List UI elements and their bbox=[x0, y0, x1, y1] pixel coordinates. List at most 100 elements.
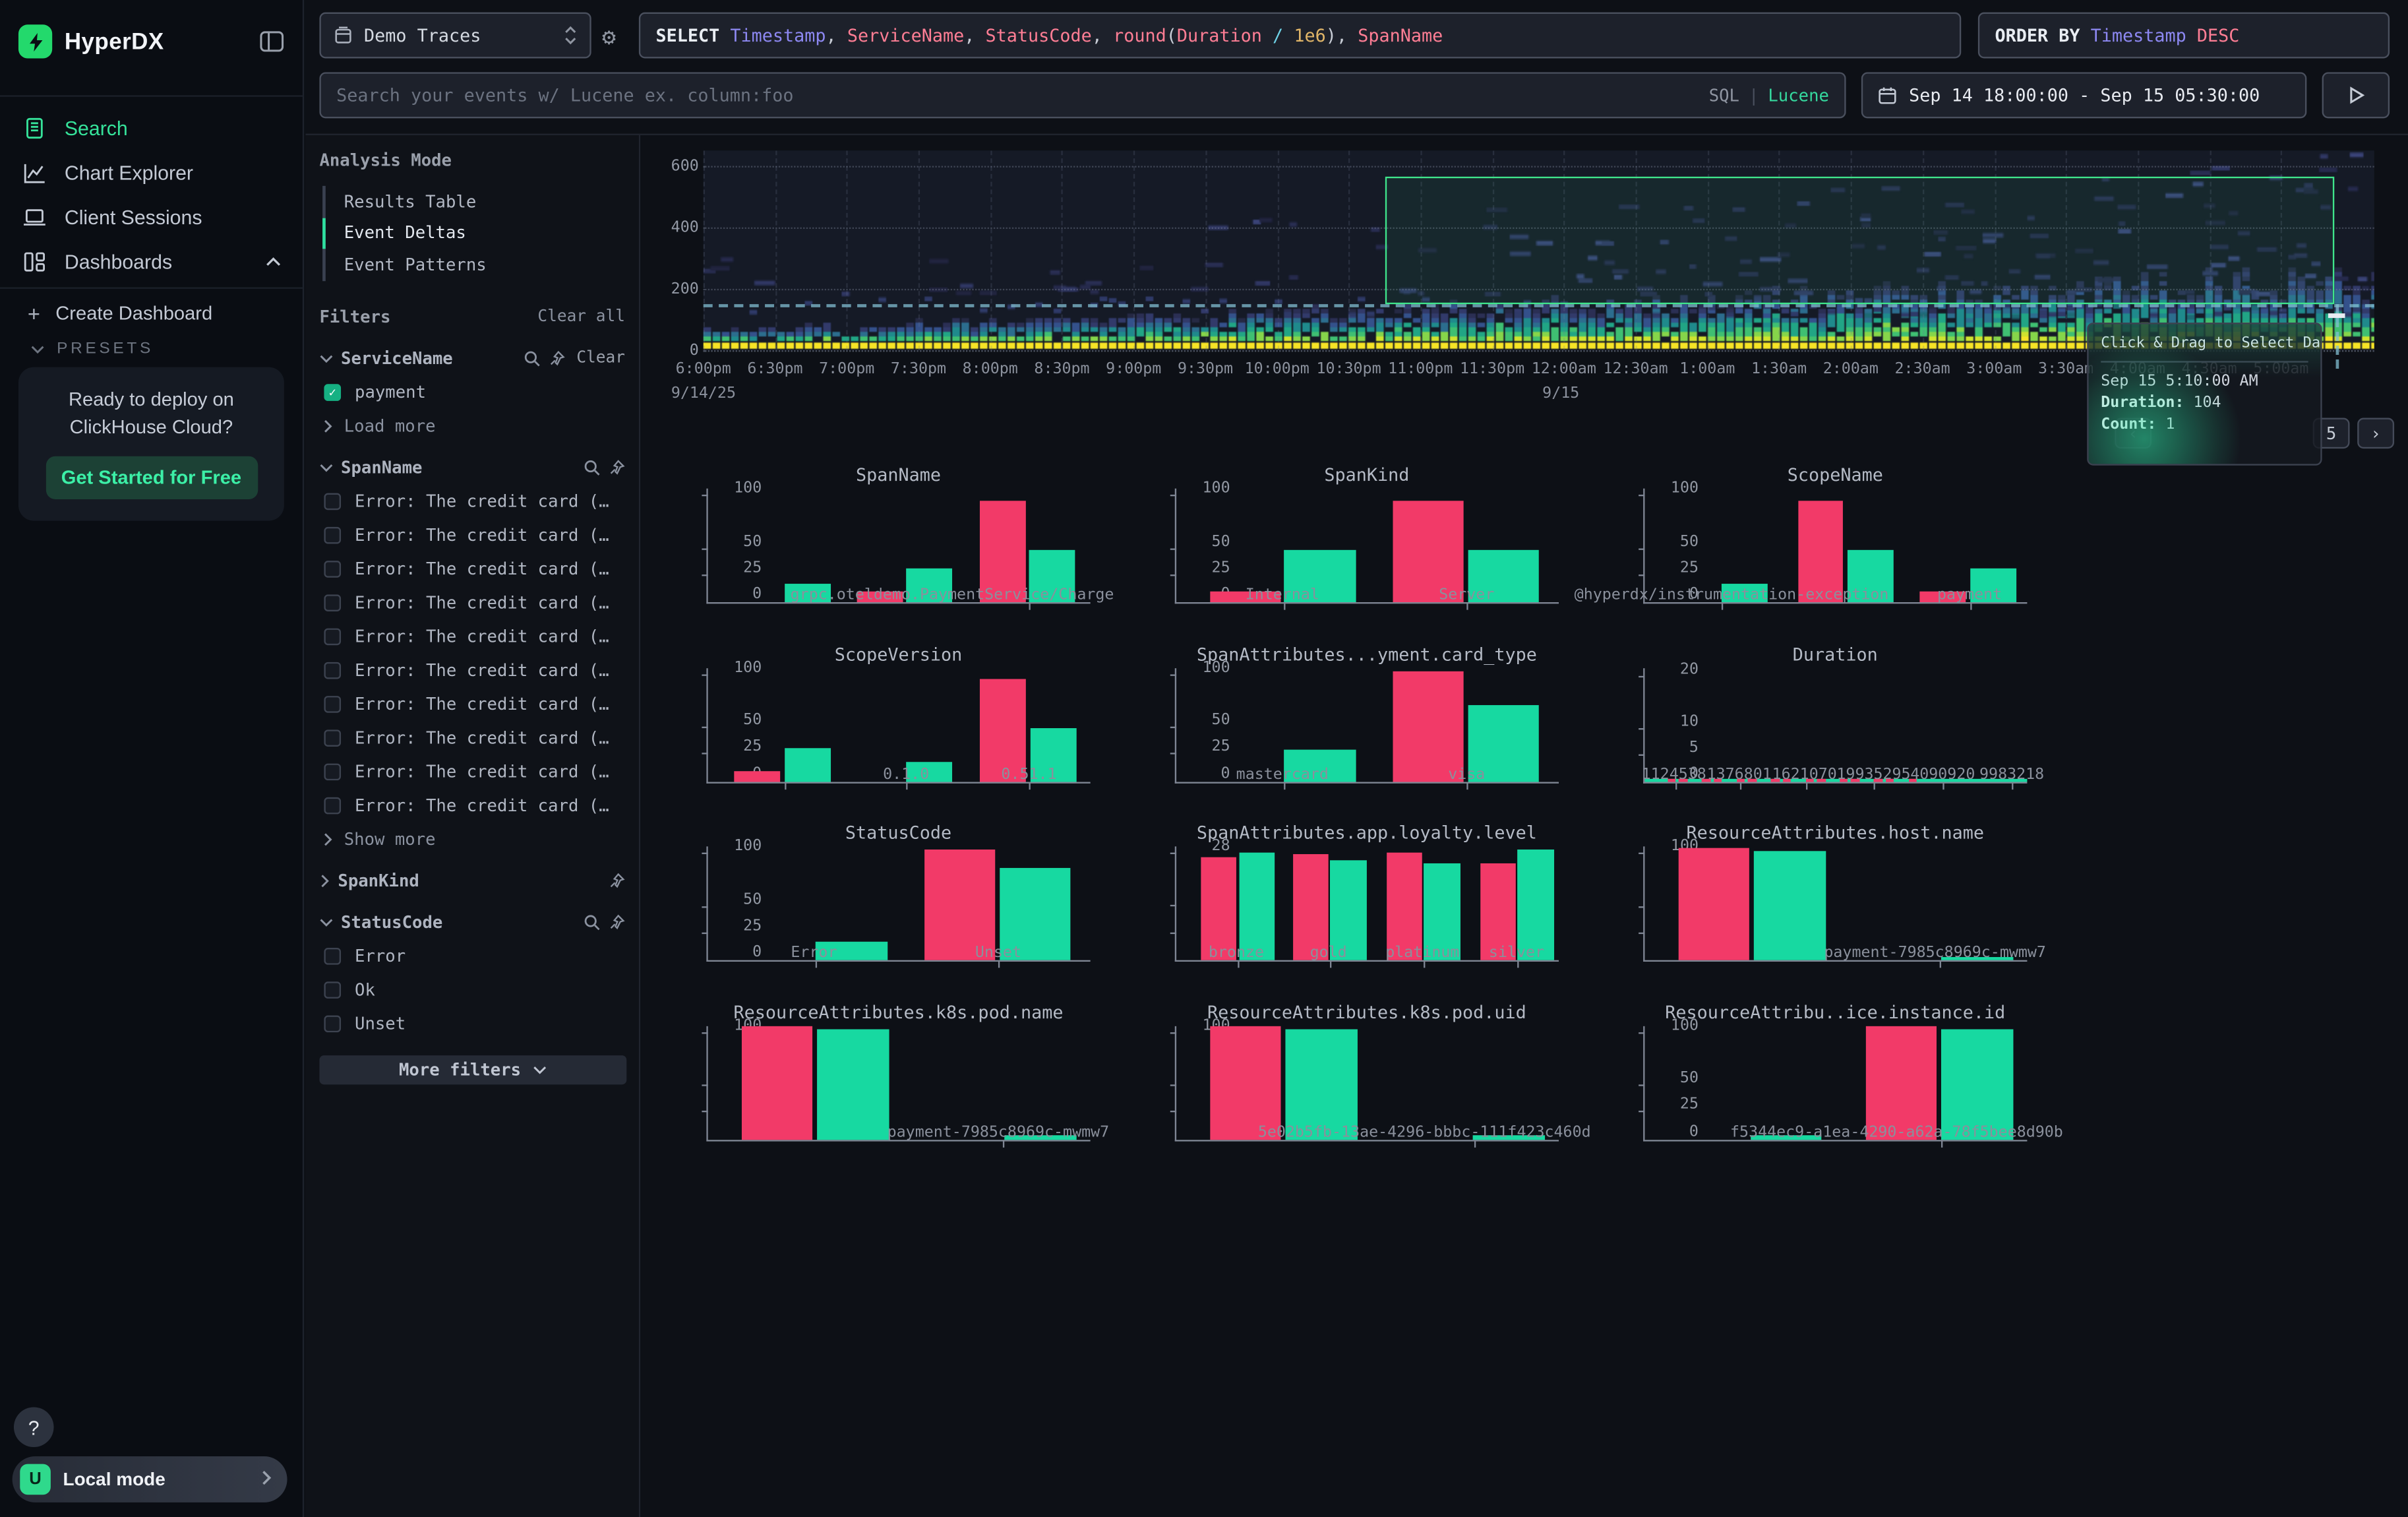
filter-clear-button[interactable]: Clear bbox=[576, 349, 625, 367]
checkbox[interactable] bbox=[324, 662, 341, 679]
code-token: , bbox=[1092, 24, 1113, 46]
get-started-button[interactable]: Get Started for Free bbox=[45, 456, 257, 499]
checkbox[interactable] bbox=[324, 526, 341, 543]
run-query-button[interactable] bbox=[2322, 72, 2390, 118]
checkbox[interactable] bbox=[324, 981, 341, 998]
chart-title: SpanName bbox=[706, 464, 1090, 488]
ytick-mark bbox=[1639, 728, 1644, 729]
search-input[interactable]: Search your events w/ Lucene ex. column:… bbox=[319, 72, 1846, 118]
percentile-dashed-line[interactable] bbox=[704, 304, 2374, 307]
lucene-toggle[interactable]: Lucene bbox=[1768, 85, 1829, 105]
sql-select-input[interactable]: SELECT Timestamp, ServiceName, StatusCod… bbox=[639, 13, 1961, 59]
analysis-mode-event-patterns[interactable]: Event Patterns bbox=[326, 249, 625, 280]
filter-value-row[interactable]: Ok bbox=[319, 979, 624, 999]
source-settings-gear-icon[interactable]: ⚙ bbox=[602, 23, 616, 51]
checkbox[interactable] bbox=[324, 627, 341, 644]
help-button[interactable]: ? bbox=[14, 1407, 54, 1447]
ytick-mark bbox=[1170, 574, 1176, 576]
xtick-label: 0.1.0 bbox=[883, 766, 929, 783]
date-range-picker[interactable]: Sep 14 18:00:00 - Sep 15 05:30:00 bbox=[1861, 72, 2306, 118]
drag-handle-icon[interactable] bbox=[2328, 313, 2345, 317]
sidebar-item-dashboards[interactable]: Dashboards bbox=[0, 239, 303, 284]
filter-value-row[interactable]: Error: The credit card (… bbox=[319, 626, 624, 646]
filter-value-row[interactable]: Error: The credit card (… bbox=[319, 728, 624, 747]
xtick-label: 19935295 bbox=[1836, 766, 1910, 783]
code-token: ) bbox=[1326, 24, 1337, 46]
sql-toggle[interactable]: SQL bbox=[1709, 85, 1739, 105]
filter-value-row[interactable]: Error bbox=[319, 946, 624, 966]
ytick-label: 25 bbox=[713, 739, 762, 756]
sidebar-collapse-icon[interactable] bbox=[260, 31, 284, 53]
analysis-mode-event-deltas[interactable]: Event Deltas bbox=[326, 218, 625, 249]
checkbox[interactable] bbox=[324, 492, 341, 509]
code-token: StatusCode bbox=[986, 24, 1092, 46]
search-icon[interactable] bbox=[584, 913, 601, 931]
pin-icon[interactable] bbox=[608, 458, 625, 476]
analysis-mode-results-table[interactable]: Results Table bbox=[326, 186, 625, 218]
filter-value-row[interactable]: Error: The credit card (… bbox=[319, 592, 624, 612]
pin-icon[interactable] bbox=[608, 913, 625, 931]
filter-value-row[interactable]: Error: The credit card (… bbox=[319, 559, 624, 578]
ytick-mark bbox=[1170, 906, 1176, 907]
search-icon[interactable] bbox=[584, 458, 601, 476]
local-mode-button[interactable]: U Local mode bbox=[13, 1456, 287, 1502]
create-dashboard-button[interactable]: + Create Dashboard bbox=[0, 295, 303, 332]
code-token: / bbox=[1273, 24, 1283, 46]
presets-toggle[interactable]: PRESETS bbox=[0, 332, 303, 365]
xtick-label: mastercard bbox=[1236, 766, 1329, 783]
filter-value-row[interactable]: Error: The credit card (… bbox=[319, 491, 624, 511]
ytick-mark bbox=[702, 1085, 707, 1086]
show-more-link[interactable]: Show more bbox=[319, 829, 624, 849]
checkbox[interactable] bbox=[324, 762, 341, 780]
ytick-mark bbox=[702, 753, 707, 755]
ytick-label: 50 bbox=[1649, 534, 1699, 551]
code-token: DESC bbox=[2197, 24, 2240, 46]
checkbox[interactable] bbox=[324, 797, 341, 814]
filter-group-spanname[interactable]: SpanName bbox=[319, 457, 624, 477]
filter-value-label: Error: The credit card (… bbox=[355, 592, 609, 612]
filter-group-servicename[interactable]: ServiceNameClear bbox=[319, 348, 624, 368]
filter-value-row[interactable]: Error: The credit card (… bbox=[319, 660, 624, 679]
ytick-mark bbox=[702, 727, 707, 728]
clear-all-button[interactable]: Clear all bbox=[537, 307, 625, 326]
sidebar-item-search[interactable]: Search bbox=[0, 106, 303, 151]
pin-icon[interactable] bbox=[549, 350, 566, 367]
filter-value-row[interactable]: ✓payment bbox=[319, 382, 624, 402]
checkbox[interactable] bbox=[324, 947, 341, 964]
order-by-input[interactable]: ORDER BY Timestamp DESC bbox=[1978, 13, 2390, 59]
checkbox[interactable] bbox=[324, 560, 341, 577]
heatmap-xtick-label: 9:30pm bbox=[1178, 361, 1233, 378]
heatmap-selection-rect[interactable] bbox=[1385, 177, 2334, 304]
load-more-link[interactable]: Load more bbox=[319, 416, 624, 435]
sidebar-item-client-sessions[interactable]: Client Sessions bbox=[0, 195, 303, 240]
filter-group-name: SpanKind bbox=[338, 870, 419, 890]
xtick-label: 9983218 bbox=[1979, 766, 2044, 783]
ytick-label: 25 bbox=[713, 560, 762, 577]
filter-group-statuscode[interactable]: StatusCode bbox=[319, 912, 624, 931]
ytick-label: 50 bbox=[1649, 1070, 1699, 1088]
pin-icon[interactable] bbox=[608, 872, 625, 889]
code-token: Timestamp bbox=[2091, 24, 2197, 46]
gridline bbox=[990, 150, 992, 350]
checkbox[interactable] bbox=[324, 695, 341, 712]
filter-value-row[interactable]: Error: The credit card (… bbox=[319, 694, 624, 714]
sidebar-item-chart-explorer[interactable]: Chart Explorer bbox=[0, 150, 303, 195]
filter-value-row[interactable]: Error: The credit card (… bbox=[319, 795, 624, 815]
filter-value-row[interactable]: Unset bbox=[319, 1013, 624, 1033]
search-placeholder: Search your events w/ Lucene ex. column:… bbox=[336, 84, 1709, 106]
filter-value-row[interactable]: Error: The credit card (… bbox=[319, 524, 624, 544]
bar-outlier bbox=[735, 770, 781, 781]
heatmap-xtick-label: 12:30am bbox=[1603, 361, 1668, 378]
page-next-button[interactable]: › bbox=[2357, 418, 2394, 449]
checkbox[interactable] bbox=[324, 594, 341, 611]
checkbox[interactable] bbox=[324, 1014, 341, 1032]
local-mode-label: Local mode bbox=[63, 1469, 260, 1491]
search-icon[interactable] bbox=[524, 350, 541, 367]
checkbox[interactable] bbox=[324, 729, 341, 746]
filter-value-row[interactable]: Error: The credit card (… bbox=[319, 761, 624, 781]
checkbox-checked[interactable]: ✓ bbox=[324, 383, 341, 400]
source-select[interactable]: Demo Traces bbox=[319, 13, 591, 59]
more-filters-button[interactable]: More filters bbox=[319, 1055, 626, 1084]
heatmap-xtick-label: 8:00pm bbox=[963, 361, 1018, 378]
filter-group-spankind[interactable]: SpanKind bbox=[319, 870, 624, 890]
